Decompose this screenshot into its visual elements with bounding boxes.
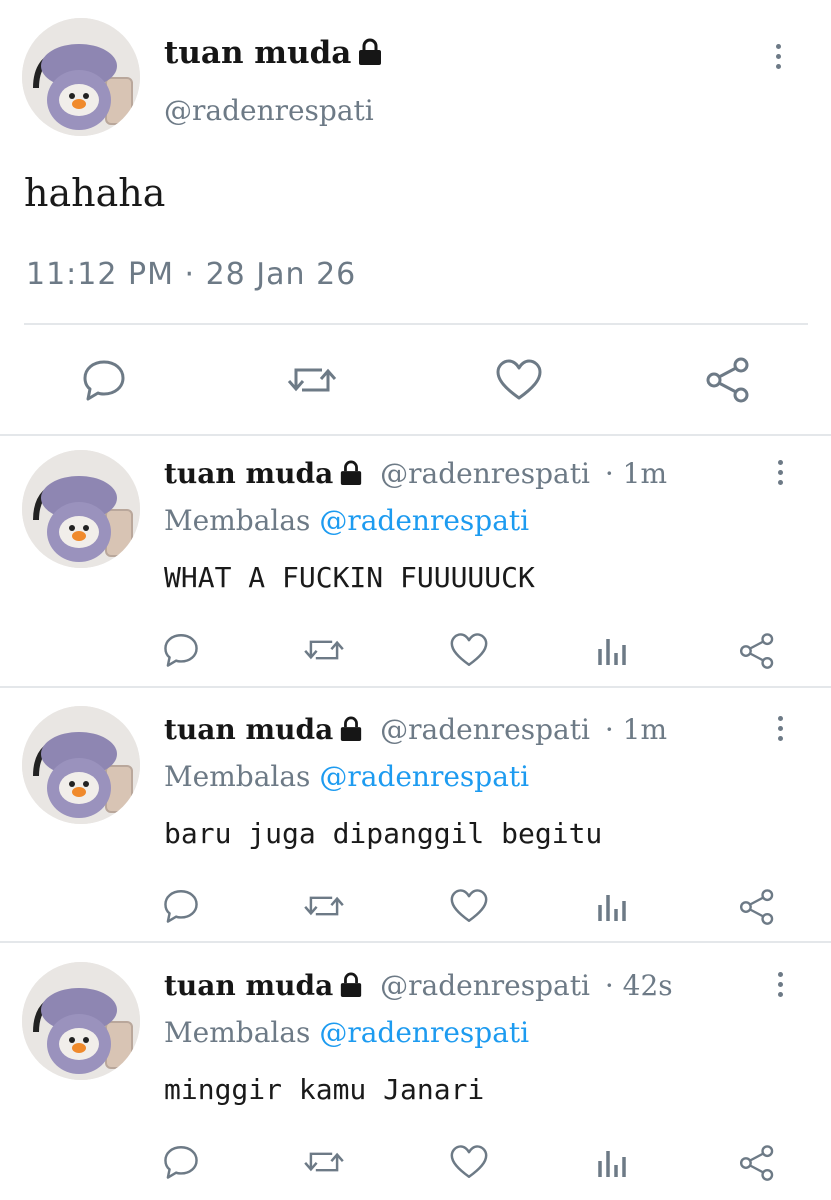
share-icon [739,889,774,925]
handle[interactable]: @radenrespati [380,713,590,746]
timestamp: 11:12 PM · 28 Jan 26 [26,257,357,292]
display-name[interactable]: tuan muda [164,713,333,746]
reply-button[interactable] [80,356,128,404]
tweet-text: hahaha [24,171,166,215]
views-button[interactable] [594,886,630,926]
reply-icon [164,1146,198,1179]
reply-button[interactable] [160,1142,202,1182]
heart-icon [450,889,488,922]
tweet-age: · 42s [604,969,673,1002]
retweet-icon [304,640,344,660]
tweet-text: minggir kamu Janari [164,1073,485,1106]
avatar[interactable] [22,706,140,824]
tweet-age: · 1m [604,713,667,746]
replying-prefix: Membalas [164,760,311,793]
more-vertical-icon[interactable] [778,972,783,997]
retweet-button[interactable] [286,356,338,404]
display-name[interactable]: tuan muda [164,457,333,490]
mention-link[interactable]: @radenrespati [319,1016,529,1049]
more-vertical-icon[interactable] [778,716,783,741]
replying-to: Membalas @radenrespati [164,503,529,539]
avatar[interactable] [22,18,140,136]
reply-button[interactable] [160,886,202,926]
replying-to: Membalas @radenrespati [164,759,529,795]
share-button[interactable] [736,630,778,672]
share-button[interactable] [702,354,754,406]
lock-icon [339,971,363,1007]
retweet-button[interactable] [301,630,347,670]
retweet-icon [304,1152,344,1172]
views-icon [598,895,626,921]
divider [0,686,831,688]
replying-prefix: Membalas [164,504,311,537]
reply-button[interactable] [160,630,202,670]
like-button[interactable] [448,1142,490,1182]
more-vertical-icon[interactable] [776,44,781,69]
avatar[interactable] [22,962,140,1080]
heart-icon [450,1145,488,1178]
retweet-button[interactable] [301,886,347,926]
share-icon [739,1145,774,1181]
views-button[interactable] [594,630,630,670]
tweet-age: · 1m [604,457,667,490]
lock-icon [339,715,363,751]
like-button[interactable] [494,356,544,404]
retweet-icon [287,368,337,392]
handle[interactable]: @radenrespati [380,457,590,490]
reply-icon [164,890,198,923]
share-icon [739,633,774,669]
views-button[interactable] [594,1142,630,1182]
retweet-icon [304,896,344,916]
reply-icon [164,634,198,667]
share-button[interactable] [736,886,778,928]
retweet-button[interactable] [301,1142,347,1182]
handle[interactable]: @radenrespati [164,93,374,129]
handle[interactable]: @radenrespati [380,969,590,1002]
divider [0,434,831,436]
mention-link[interactable]: @radenrespati [319,760,529,793]
more-vertical-icon[interactable] [778,460,783,485]
display-name[interactable]: tuan muda [164,35,351,71]
divider [0,941,831,943]
tweet-text: baru juga dipanggil begitu [164,817,603,850]
avatar[interactable] [22,450,140,568]
share-button[interactable] [736,1142,778,1184]
lock-icon [357,37,383,75]
lock-icon [339,459,363,495]
display-name[interactable]: tuan muda [164,969,333,1002]
heart-icon [496,359,542,400]
heart-icon [450,633,488,666]
mention-link[interactable]: @radenrespati [319,504,529,537]
views-icon [598,1151,626,1177]
divider [24,323,808,325]
share-icon [706,357,749,403]
reply-icon [83,360,125,401]
replying-to: Membalas @radenrespati [164,1015,529,1051]
views-icon [598,639,626,665]
like-button[interactable] [448,630,490,670]
replying-prefix: Membalas [164,1016,311,1049]
like-button[interactable] [448,886,490,926]
tweet-text: WHAT A FUCKIN FUUUUUCK [164,561,535,594]
